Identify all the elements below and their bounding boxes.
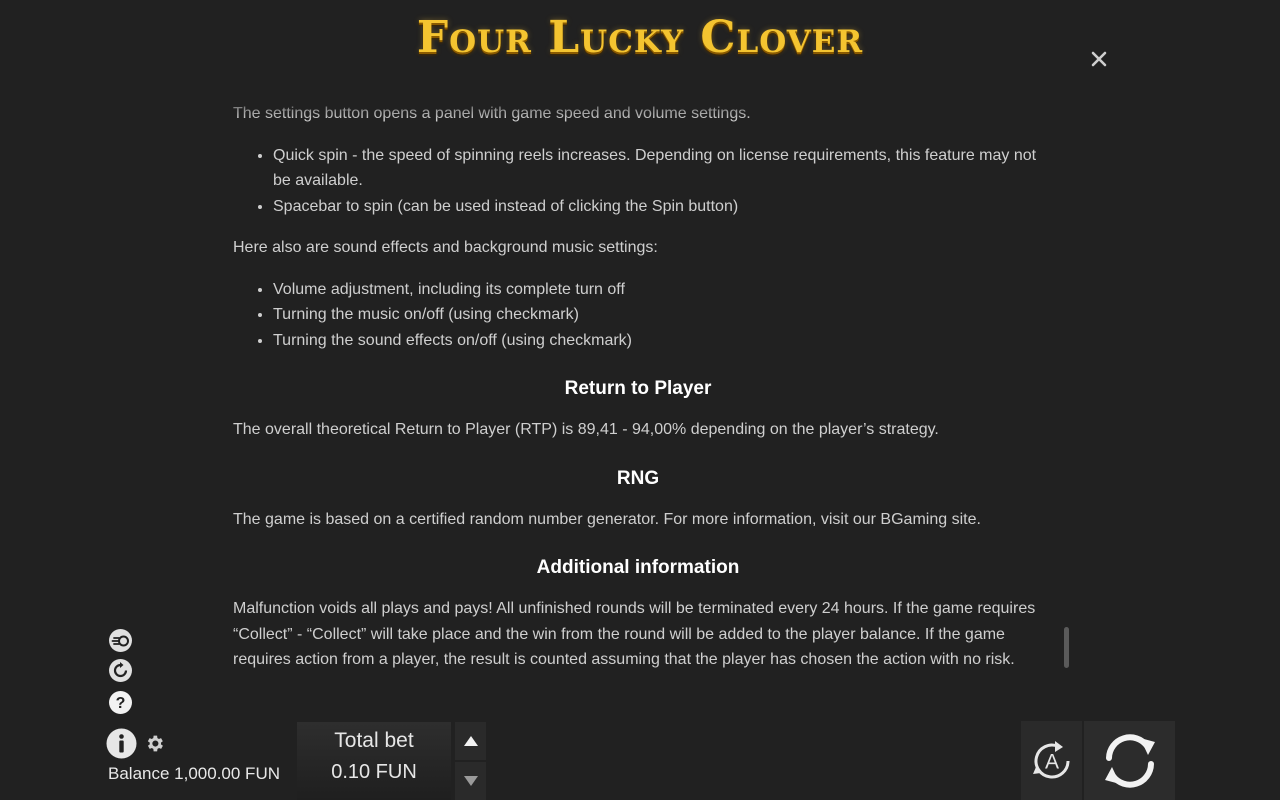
info-icon [106, 728, 137, 759]
autospin-button[interactable] [108, 658, 133, 683]
balance-display: Balance 1,000.00 FUN [108, 764, 280, 783]
rules-panel[interactable]: The settings button opens a panel with g… [0, 92, 1280, 708]
triangle-down-icon [463, 776, 478, 786]
turbo-button[interactable] [108, 628, 133, 653]
help-icon: ? [109, 691, 132, 714]
autoplay-button[interactable]: A [1021, 721, 1082, 800]
autoplay-icon: A [1032, 740, 1069, 779]
spin-button[interactable] [1084, 721, 1175, 800]
list-item: Spacebar to spin (can be used instead of… [273, 194, 1043, 220]
additional-text: Malfunction voids all plays and pays! Al… [233, 600, 1036, 668]
list-item: Turning the music on/off (using checkmar… [273, 302, 1043, 328]
spin-icon [1104, 733, 1155, 788]
total-bet-panel: Total bet 0.10 FUN [297, 722, 451, 800]
bet-decrease-button[interactable] [455, 762, 486, 800]
triangle-up-icon [463, 736, 478, 746]
scrollbar[interactable] [1064, 627, 1069, 668]
rng-text: The game is based on a certified random … [233, 510, 981, 528]
bet-value: 0.10 FUN [331, 761, 417, 783]
sound-list: Volume adjustment, including its complet… [233, 277, 1043, 354]
bet-label: Total bet [334, 729, 414, 752]
bet-increase-button[interactable] [455, 722, 486, 760]
settings-intro: The settings button opens a panel with g… [233, 105, 751, 122]
info-button[interactable] [106, 728, 137, 759]
rng-heading: RNG [616, 467, 660, 489]
gear-icon [147, 735, 163, 752]
list-item: Quick spin - the speed of spinning reels… [273, 143, 1043, 194]
close-icon [1091, 51, 1107, 67]
sound-intro: Here also are sound effects and backgrou… [233, 239, 658, 256]
autospin-icon [109, 659, 132, 682]
rtp-text: The overall theoretical Return to Player… [233, 421, 939, 438]
rules-content: The settings button opens a panel with g… [233, 101, 1043, 689]
list-item: Turning the sound effects on/off (using … [273, 328, 1043, 354]
autoplay-letter: A [1044, 750, 1058, 773]
svg-text:?: ? [116, 695, 126, 712]
list-item: Volume adjustment, including its complet… [273, 277, 1043, 303]
help-button[interactable]: ? [108, 690, 133, 715]
settings-button[interactable] [144, 733, 165, 754]
turbo-icon [109, 629, 132, 652]
settings-list: Quick spin - the speed of spinning reels… [233, 143, 1043, 220]
rtp-heading: Return to Player [564, 378, 712, 399]
close-button[interactable] [1084, 44, 1114, 74]
additional-heading: Additional information [536, 557, 740, 578]
